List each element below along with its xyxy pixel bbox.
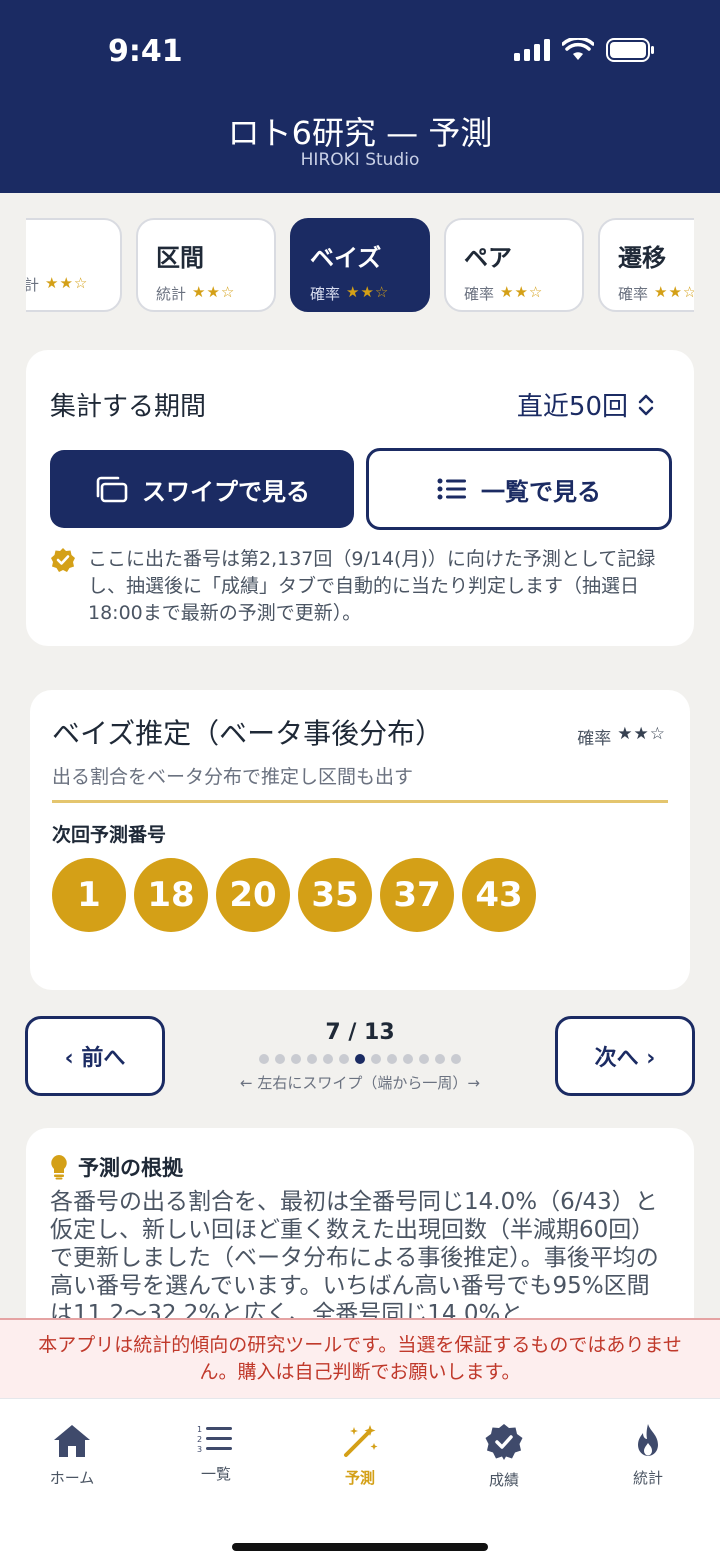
page-dot — [435, 1054, 445, 1064]
nav-label: 一覧 — [200, 1465, 231, 1483]
number-ball: 20 — [216, 858, 290, 932]
list-icon: 1 2 3 — [197, 1425, 232, 1454]
status-time: 9:41 — [108, 34, 183, 69]
svg-text:2: 2 — [197, 1435, 202, 1444]
svg-text:3: 3 — [197, 1445, 202, 1454]
tab-method-prev[interactable]: 計 ★★☆ — [26, 218, 122, 312]
tab-category: 確率 — [618, 285, 649, 303]
method-tabs: 計 ★★☆ 区間 統計 ★★☆ ベイズ 確率 ★★☆ ペア 確率 ★★☆ 遷移 … — [26, 218, 694, 312]
nav-label: 統計 — [632, 1469, 663, 1487]
prediction-note-text: ここに出た番号は第2,137回（9/14(月)）に向けた予測として記録し、抽選後… — [88, 548, 656, 624]
wifi-icon — [562, 38, 594, 60]
flame-icon — [638, 1424, 658, 1456]
status-icons — [514, 38, 654, 62]
nav-home[interactable]: ホーム — [22, 1423, 122, 1488]
list-view-label: 一覧で見る — [481, 477, 601, 506]
svg-text:1: 1 — [197, 1425, 202, 1434]
page-dot — [323, 1054, 333, 1064]
swipe-view-button[interactable]: スワイプで見る — [50, 450, 354, 528]
next-numbers-label: 次回予測番号 — [52, 824, 167, 846]
page-title: ロト6研究 — 予測 — [227, 114, 493, 152]
home-icon — [54, 1425, 90, 1457]
prediction-note: ここに出た番号は第2,137回（9/14(月)）に向けた予測として記録し、抽選後… — [50, 546, 670, 627]
nav-stats[interactable]: 統計 — [598, 1423, 698, 1488]
tab-category: 確率 — [310, 285, 341, 303]
signal-icon — [514, 39, 550, 61]
tab-stars: ★★☆ — [192, 283, 236, 301]
nav-list[interactable]: 1 2 3 一覧 — [166, 1423, 266, 1484]
method-rating: 確率 ★★☆ — [577, 724, 666, 749]
period-select[interactable]: 直近50回 — [517, 386, 654, 423]
disclaimer-banner: 本アプリは統計的傾向の研究ツールです。当選を保証するものではありません。購入は自… — [0, 1318, 720, 1398]
chevron-updown-icon — [638, 394, 654, 415]
cards-icon — [96, 476, 128, 503]
number-ball: 1 — [52, 858, 126, 932]
number-ball: 18 — [134, 858, 208, 932]
method-card: ベイズ推定（ベータ事後分布） 確率 ★★☆ 出る割合をベータ分布で推定し区間も出… — [30, 690, 690, 990]
predicted-numbers: 1 18 20 35 37 43 — [52, 858, 536, 932]
app-header: 9:41 ロト6研究 — 予測 HIROKI Studio — [0, 0, 720, 193]
tab-stars: ★★☆ — [654, 283, 694, 301]
nav-label: ホーム — [49, 1469, 95, 1487]
list-view-button[interactable]: 一覧で見る — [366, 448, 672, 530]
verified-badge-icon — [51, 548, 75, 572]
page-dot — [291, 1054, 301, 1064]
tab-name: ペア — [464, 244, 512, 272]
page-dot — [275, 1054, 285, 1064]
next-button[interactable]: 次へ › — [555, 1016, 695, 1096]
tab-method-pair[interactable]: ペア 確率 ★★☆ — [444, 218, 584, 312]
page-dot — [259, 1054, 269, 1064]
page-dot — [387, 1054, 397, 1064]
page-dot — [307, 1054, 317, 1064]
page-dot — [355, 1054, 365, 1064]
check-badge-icon — [485, 1424, 523, 1460]
home-indicator — [232, 1543, 488, 1551]
page-dot — [371, 1054, 381, 1064]
tab-name: 遷移 — [618, 244, 666, 272]
tab-method-transition[interactable]: 遷移 確率 ★★☆ — [598, 218, 694, 312]
number-ball: 43 — [462, 858, 536, 932]
divider — [52, 800, 668, 803]
lightbulb-icon — [51, 1155, 67, 1180]
page-subtitle: HIROKI Studio — [300, 150, 420, 170]
method-description: 出る割合をベータ分布で推定し区間も出す — [52, 766, 414, 788]
number-ball: 35 — [298, 858, 372, 932]
number-ball: 37 — [380, 858, 454, 932]
tab-category: 統計 — [156, 285, 187, 303]
tab-category: 確率 — [464, 285, 495, 303]
period-card: 集計する期間 直近50回 スワイプで見る 一覧で見る ここに出た番号は第2,13… — [26, 350, 694, 646]
rationale-title: 予測の根拠 — [78, 1156, 183, 1180]
tab-method-interval[interactable]: 区間 統計 ★★☆ — [136, 218, 276, 312]
rationale-body: 各番号の出る割合を、最初は全番号同じ14.0%（6/43）と仮定し、新しい回ほど… — [50, 1189, 659, 1327]
method-title: ベイズ推定（ベータ事後分布） — [52, 717, 444, 750]
nav-label: 予測 — [344, 1469, 375, 1487]
tab-stars: ★★☆ — [500, 283, 544, 301]
tab-category: 計 — [26, 276, 40, 294]
rationale-title-row: 予測の根拠 — [50, 1152, 183, 1182]
tab-stars: ★★☆ — [45, 274, 89, 292]
nav-label: 成績 — [488, 1471, 519, 1489]
bottom-nav: ホーム 1 2 3 一覧 予測 成績 統計 — [0, 1398, 720, 1565]
nav-prediction[interactable]: 予測 — [310, 1423, 410, 1488]
page-dot — [451, 1054, 461, 1064]
page-dot — [339, 1054, 349, 1064]
tab-name: ベイズ — [310, 244, 382, 272]
magic-wand-icon — [344, 1425, 378, 1457]
tab-stars: ★★☆ — [346, 283, 390, 301]
tab-method-bayes[interactable]: ベイズ 確率 ★★☆ — [290, 218, 430, 312]
swipe-view-label: スワイプで見る — [142, 477, 310, 506]
tab-name: 区間 — [156, 244, 204, 272]
battery-icon — [606, 38, 654, 62]
nav-results[interactable]: 成績 — [454, 1423, 554, 1490]
page-dot — [419, 1054, 429, 1064]
period-label: 集計する期間 — [50, 392, 207, 422]
list-icon — [437, 478, 466, 500]
period-value: 直近50回 — [516, 392, 628, 422]
method-rating-stars: ★★☆ — [617, 724, 666, 744]
page-dot — [403, 1054, 413, 1064]
method-rating-label: 確率 — [577, 729, 612, 749]
